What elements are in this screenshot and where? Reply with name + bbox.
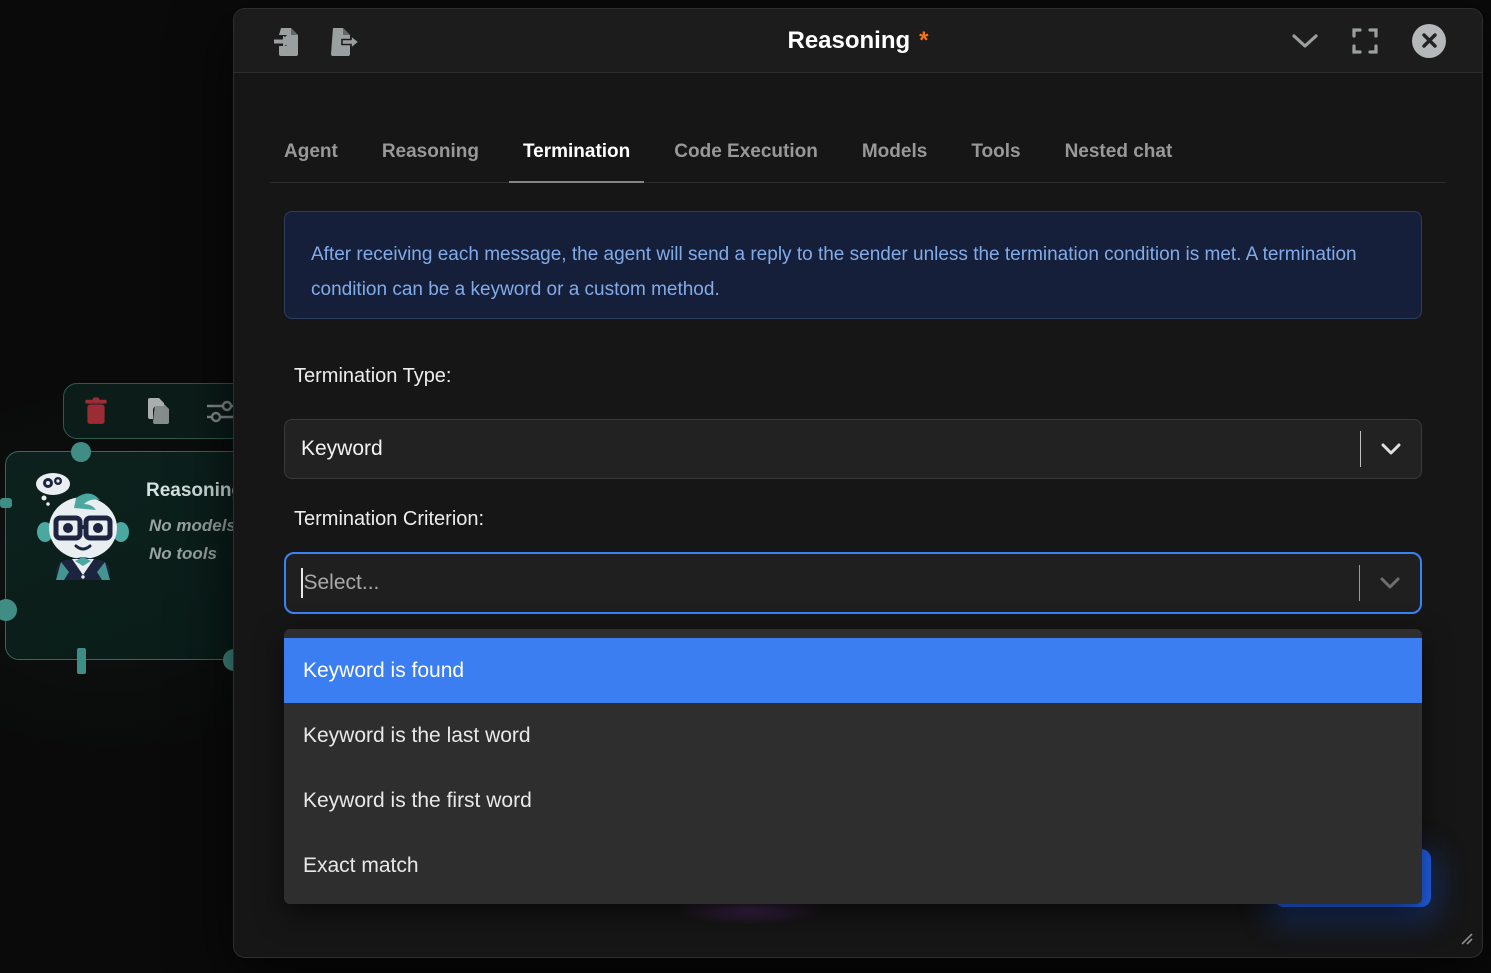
- termination-criterion-label: Termination Criterion:: [294, 508, 484, 531]
- trash-icon: [83, 397, 109, 425]
- termination-type-select[interactable]: Keyword: [284, 419, 1422, 479]
- tab-models[interactable]: Models: [848, 121, 941, 182]
- agent-node-reasoning[interactable]: Reasoning No models No tools: [5, 451, 267, 660]
- tab-tools[interactable]: Tools: [957, 121, 1034, 182]
- menu-option-keyword-found[interactable]: Keyword is found: [284, 638, 1422, 703]
- modal-header-right: [1292, 24, 1482, 58]
- modal-header: Reasoning *: [234, 9, 1482, 73]
- delete-node-button[interactable]: [82, 396, 110, 426]
- maximize-icon: [1352, 28, 1378, 54]
- node-toolbar: [63, 383, 255, 439]
- fullscreen-button[interactable]: [1352, 28, 1378, 54]
- menu-option-exact-match[interactable]: Exact match: [284, 833, 1422, 898]
- tab-termination[interactable]: Termination: [509, 121, 644, 182]
- select-indicators: [1360, 420, 1421, 478]
- termination-info-box: After receiving each message, the agent …: [284, 211, 1422, 319]
- settings-sliders-icon: [206, 397, 236, 425]
- chevron-down-icon: [1381, 443, 1401, 455]
- resize-handle[interactable]: [1458, 930, 1474, 951]
- copy-icon: [144, 396, 172, 426]
- chevron-down-icon: [1292, 33, 1318, 49]
- export-icon: [329, 26, 359, 56]
- termination-criterion-select[interactable]: Select...: [284, 552, 1422, 614]
- tab-agent[interactable]: Agent: [270, 121, 352, 182]
- connection-handle-left-bottom[interactable]: [0, 599, 17, 621]
- connection-handle-bottom[interactable]: [77, 648, 86, 674]
- connection-handle-left[interactable]: [0, 498, 12, 508]
- termination-type-label: Termination Type:: [294, 365, 452, 388]
- modal-tabs: Agent Reasoning Termination Code Executi…: [270, 121, 1446, 183]
- resize-grip-icon: [1458, 930, 1474, 946]
- collapse-button[interactable]: [1292, 33, 1318, 49]
- dropdown-chevron[interactable]: [1361, 443, 1421, 455]
- select-indicators: [1359, 554, 1420, 612]
- modal-title: Reasoning: [787, 27, 910, 55]
- export-button[interactable]: [329, 26, 359, 56]
- menu-option-keyword-last[interactable]: Keyword is the last word: [284, 703, 1422, 768]
- close-icon: [1422, 33, 1437, 48]
- close-button[interactable]: [1412, 24, 1446, 58]
- termination-criterion-placeholder: Select...: [304, 571, 380, 595]
- menu-option-keyword-first[interactable]: Keyword is the first word: [284, 768, 1422, 833]
- text-cursor: [301, 568, 303, 598]
- tab-nested-chat[interactable]: Nested chat: [1051, 121, 1187, 182]
- termination-type-value: Keyword: [285, 437, 383, 461]
- import-icon: [274, 26, 301, 56]
- connection-handle-top[interactable]: [71, 442, 91, 462]
- node-settings-button[interactable]: [206, 396, 236, 426]
- robot-avatar: [28, 470, 130, 580]
- agent-node-models-text: No models: [149, 516, 236, 536]
- copy-node-button[interactable]: [144, 396, 172, 426]
- agent-node-tools-text: No tools: [149, 544, 217, 564]
- dropdown-chevron[interactable]: [1360, 577, 1420, 589]
- agent-settings-modal: Reasoning *: [233, 8, 1483, 958]
- required-marker: *: [919, 27, 928, 55]
- termination-criterion-menu: Keyword is found Keyword is the last wor…: [284, 629, 1422, 904]
- modal-header-left: [234, 26, 359, 56]
- import-button[interactable]: [274, 26, 301, 56]
- tab-reasoning[interactable]: Reasoning: [368, 121, 493, 182]
- tab-code-execution[interactable]: Code Execution: [660, 121, 832, 182]
- chevron-down-icon: [1380, 577, 1400, 589]
